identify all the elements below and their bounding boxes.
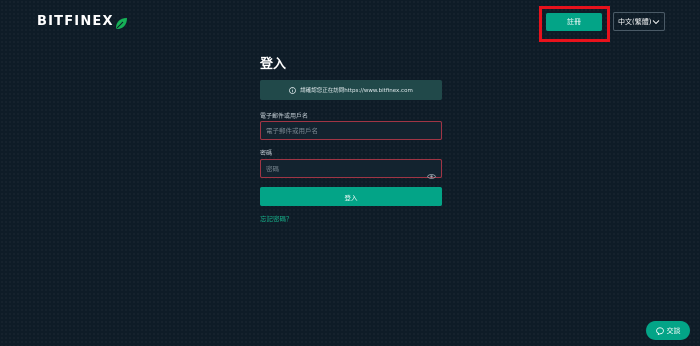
email-field[interactable] <box>260 121 442 140</box>
login-button-label: 登入 <box>344 193 358 202</box>
logo-text: BITFINEX <box>37 13 114 29</box>
chat-bubble-icon <box>655 326 664 335</box>
forgot-password-link[interactable]: 忘記密碼？ <box>260 213 293 223</box>
highlight-box <box>539 6 610 42</box>
chat-label: 交談 <box>666 326 681 335</box>
chat-button[interactable]: 交談 <box>646 321 690 340</box>
logo[interactable]: BITFINEX <box>37 13 128 29</box>
chevron-down-icon <box>652 18 660 26</box>
language-select[interactable]: 中文(繁體) <box>613 12 665 31</box>
security-notice: 請確認您正在訪問https://www.bitfinex.com <box>260 80 442 100</box>
leaf-icon <box>115 15 128 29</box>
password-field[interactable] <box>260 159 442 178</box>
eye-icon[interactable] <box>427 165 436 179</box>
password-label: 密碼 <box>260 150 273 157</box>
email-label: 電子郵件或用戶名 <box>260 113 309 120</box>
notice-text: 請確認您正在訪問https://www.bitfinex.com <box>300 88 413 94</box>
info-icon <box>289 86 297 94</box>
language-label: 中文(繁體) <box>618 17 652 26</box>
login-button[interactable]: 登入 <box>260 187 442 206</box>
page-title: 登入 <box>260 57 287 72</box>
